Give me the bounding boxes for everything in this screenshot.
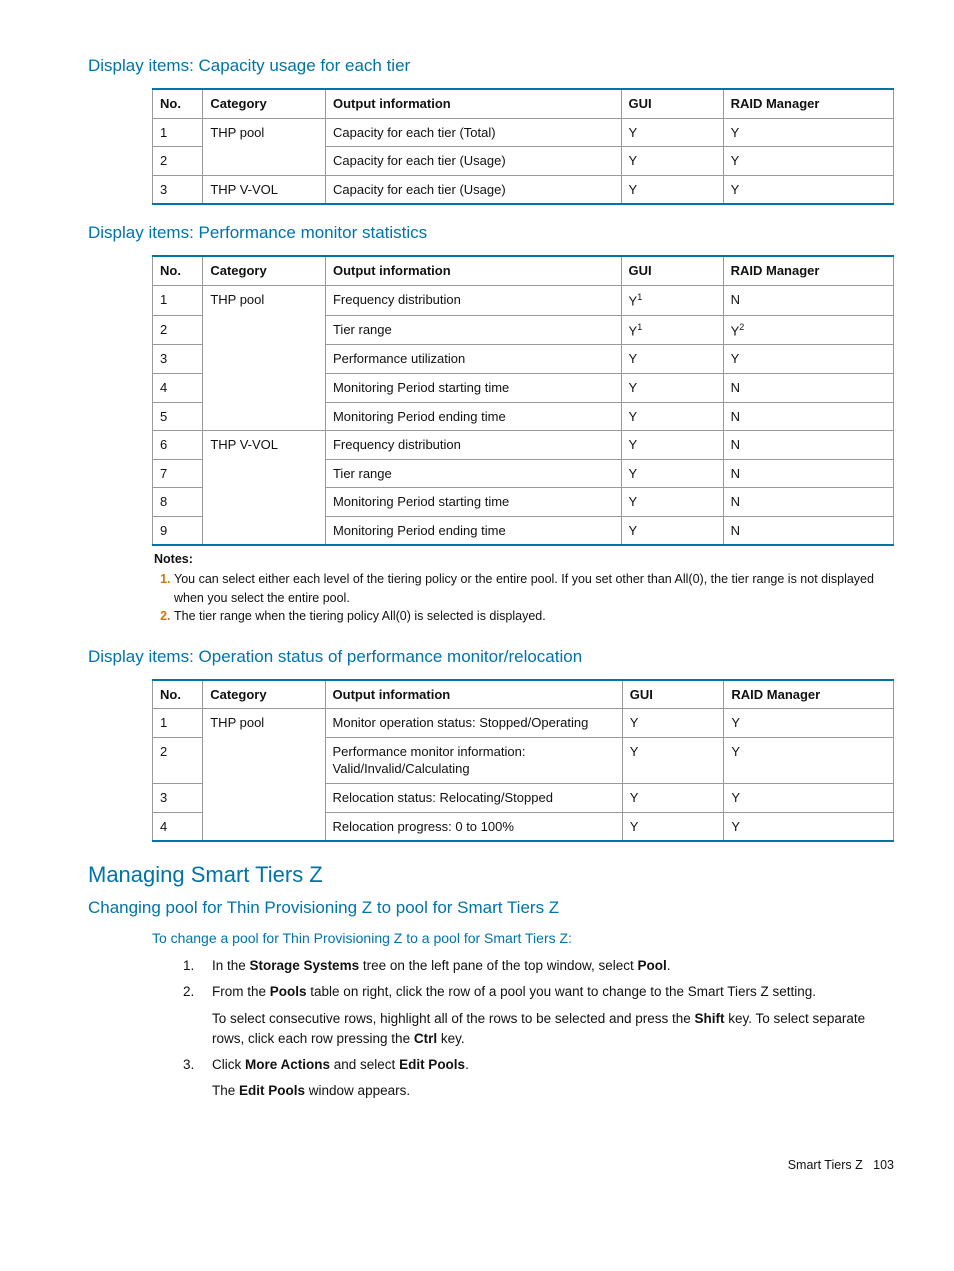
col-raid: RAID Manager [723, 89, 893, 118]
table-row: 2Capacity for each tier (Usage)YY [153, 147, 894, 176]
table-row: 4Monitoring Period starting timeYN [153, 374, 894, 403]
step-1: In the Storage Systems tree on the left … [198, 956, 894, 976]
table-row: 6THP V-VOLFrequency distributionYN [153, 431, 894, 460]
table-opstatus: No. Category Output information GUI RAID… [152, 679, 894, 842]
heading-changing: Changing pool for Thin Provisioning Z to… [88, 898, 894, 918]
table-row: 3Relocation status: Relocating/StoppedYY [153, 784, 894, 813]
table-row: 1THP poolMonitor operation status: Stopp… [153, 709, 894, 738]
col-gui: GUI [621, 256, 723, 285]
col-no: No. [153, 89, 203, 118]
step-3: Click More Actions and select Edit Pools… [198, 1055, 894, 1102]
heading-managing: Managing Smart Tiers Z [88, 862, 894, 888]
col-category: Category [203, 256, 326, 285]
col-category: Category [203, 89, 326, 118]
table-row: 7Tier rangeYN [153, 459, 894, 488]
col-output: Output information [326, 89, 622, 118]
table-row: 3Performance utilizationYY [153, 345, 894, 374]
notes-label: Notes: [154, 550, 892, 568]
table-row: 1THP poolCapacity for each tier (Total)Y… [153, 118, 894, 147]
col-output: Output information [325, 680, 622, 709]
col-output: Output information [325, 256, 621, 285]
table-row: 4Relocation progress: 0 to 100%YY [153, 812, 894, 841]
note-item: You can select either each level of the … [174, 570, 892, 606]
col-no: No. [153, 256, 203, 285]
table-row: 5Monitoring Period ending timeYN [153, 402, 894, 431]
col-gui: GUI [622, 680, 724, 709]
table-row: 8Monitoring Period starting timeYN [153, 488, 894, 517]
note-item: The tier range when the tiering policy A… [174, 607, 892, 625]
table-row: 2Performance monitor information: Valid/… [153, 737, 894, 783]
step-2: From the Pools table on right, click the… [198, 982, 894, 1049]
col-no: No. [153, 680, 203, 709]
page-number: 103 [873, 1158, 894, 1172]
col-raid: RAID Manager [724, 680, 894, 709]
heading-perfstats: Display items: Performance monitor stati… [88, 223, 894, 243]
col-raid: RAID Manager [723, 256, 893, 285]
intro-change: To change a pool for Thin Provisioning Z… [152, 930, 894, 946]
steps-list: In the Storage Systems tree on the left … [174, 956, 894, 1102]
table-row: 3THP V-VOLCapacity for each tier (Usage)… [153, 175, 894, 204]
heading-opstatus: Display items: Operation status of perfo… [88, 647, 894, 667]
footer-label: Smart Tiers Z [788, 1158, 863, 1172]
table-capacity: No. Category Output information GUI RAID… [152, 88, 894, 205]
table-perfstats: No. Category Output information GUI RAID… [152, 255, 894, 625]
page-footer: Smart Tiers Z 103 [88, 1158, 894, 1172]
table-row: 1THP poolFrequency distributionY1N [153, 285, 894, 315]
table-row: 9Monitoring Period ending timeYN [153, 516, 894, 545]
heading-capacity: Display items: Capacity usage for each t… [88, 56, 894, 76]
col-gui: GUI [621, 89, 723, 118]
table-row: 2Tier rangeY1Y2 [153, 315, 894, 345]
notes-block: Notes: You can select either each level … [154, 550, 892, 625]
col-category: Category [203, 680, 325, 709]
